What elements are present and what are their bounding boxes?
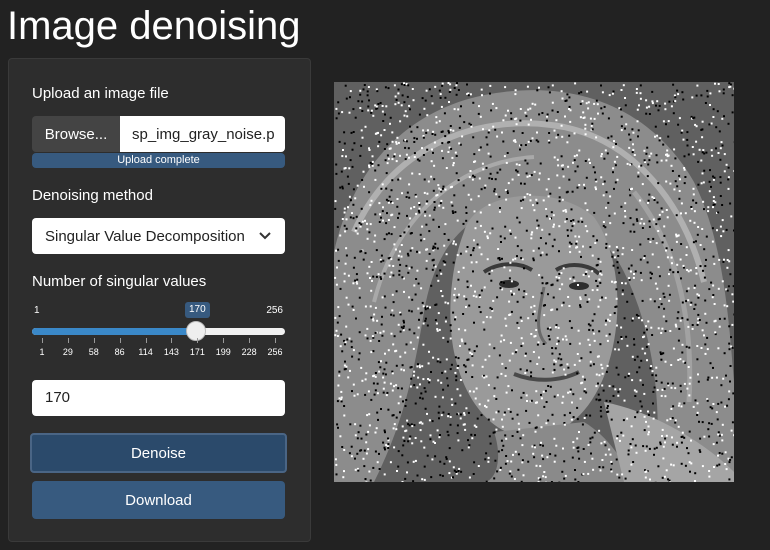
denoised-image [334, 82, 734, 482]
slider-ticks: 1 29 58 86 114 143 171 199 228 256 [32, 338, 285, 358]
slider-tick-label: 114 [138, 347, 153, 357]
slider-tick-label: 1 [39, 347, 45, 357]
slider-tick [171, 338, 173, 343]
slider-tick-label: 86 [114, 347, 125, 357]
file-input[interactable]: Browse... sp_img_gray_noise.p [32, 116, 285, 152]
upload-label: Upload an image file [32, 85, 169, 102]
slider-tick-label: 58 [88, 347, 99, 357]
method-select[interactable]: Singular Value Decomposition [32, 218, 285, 254]
slider-tick [93, 338, 95, 343]
slider-fill [32, 328, 197, 335]
slider-tick [145, 338, 147, 343]
slider-tick-label: 228 [241, 347, 257, 357]
page-title: Image denoising [7, 4, 301, 48]
download-button[interactable]: Download [32, 481, 285, 519]
slider-tick-label: 171 [189, 347, 205, 357]
slider-min-label: 1 [34, 305, 40, 316]
slider-tick [223, 338, 225, 343]
slider-tick-label: 199 [215, 347, 231, 357]
slider-tick-label: 143 [163, 347, 179, 357]
singular-values-slider[interactable]: 1 256 170 1 29 58 86 114 143 171 199 228 256 [32, 302, 285, 358]
slider-tick [197, 338, 199, 343]
sidebar-panel: Upload an image file Browse... sp_img_gr… [8, 58, 311, 542]
slider-tick [275, 338, 276, 343]
slider-tick-label: 256 [267, 347, 283, 357]
browse-button[interactable]: Browse... [32, 116, 120, 152]
portrait-image [334, 82, 734, 482]
file-name-field[interactable]: sp_img_gray_noise.p [120, 116, 285, 152]
singular-values-input[interactable]: 170 [32, 380, 285, 416]
slider-tick [249, 338, 251, 343]
app-page: Image denoising Upload an image file Bro… [0, 0, 770, 550]
slider-tick [42, 338, 43, 343]
slider-value-bubble: 170 [185, 302, 210, 318]
upload-progress-bar: Upload complete [32, 153, 285, 168]
chevron-down-icon [259, 232, 271, 240]
method-select-value: Singular Value Decomposition [45, 227, 245, 245]
slider-tick [119, 338, 121, 343]
method-label: Denoising method [32, 187, 153, 204]
slider-tick [67, 338, 69, 343]
singular-values-label: Number of singular values [32, 273, 207, 290]
slider-max-label: 256 [266, 305, 283, 316]
denoise-button[interactable]: Denoise [30, 433, 287, 473]
slider-tick-label: 29 [62, 347, 73, 357]
